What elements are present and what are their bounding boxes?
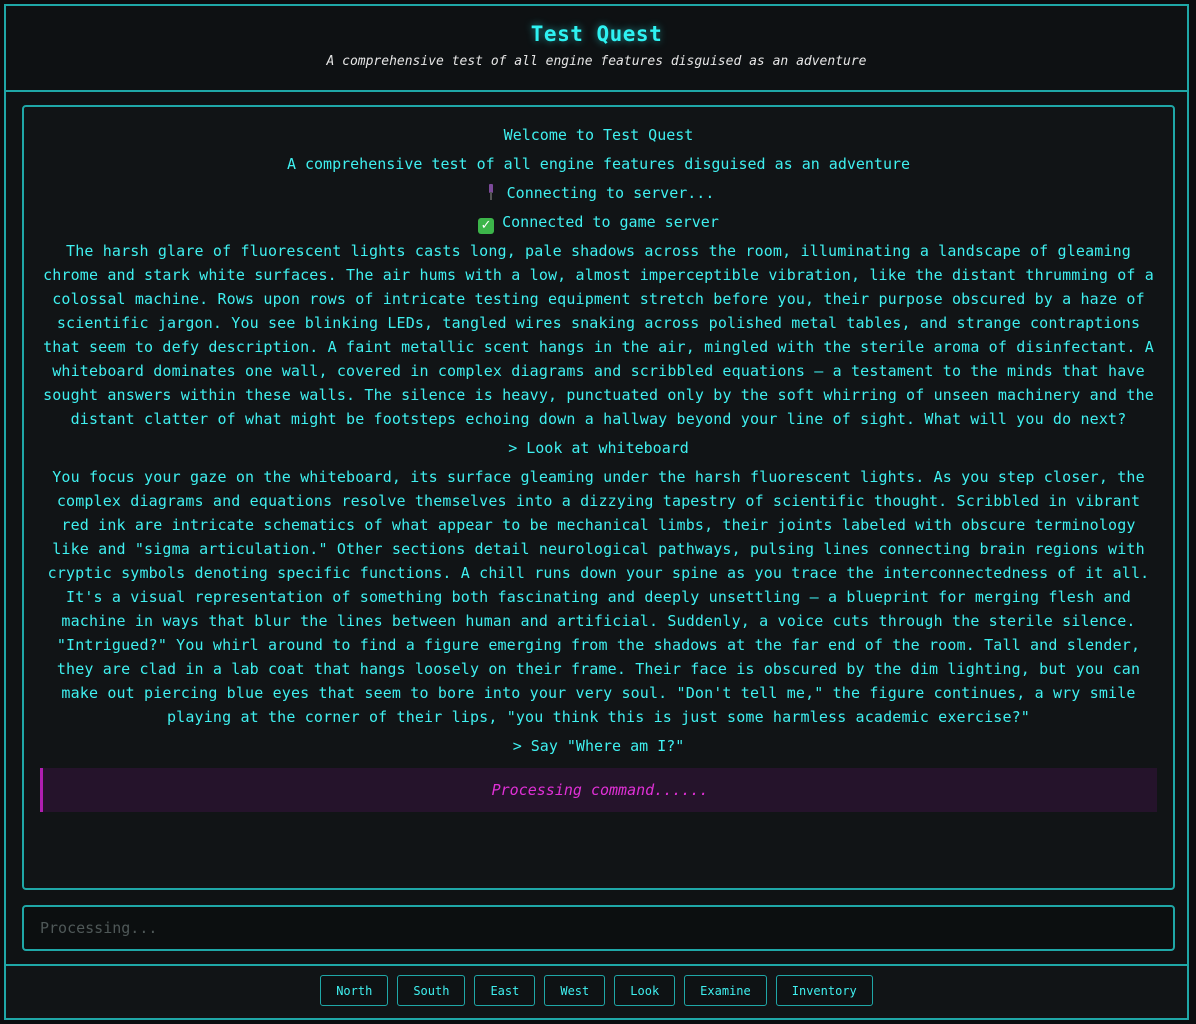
connected-text: Connected to game server — [502, 213, 719, 231]
inventory-button[interactable]: Inventory — [775, 975, 873, 1006]
west-button[interactable]: West — [544, 975, 606, 1006]
game-title: Test Quest — [530, 22, 663, 46]
connecting-text: Connecting to server... — [506, 184, 715, 202]
game-subtitle: A comprehensive test of all engine featu… — [326, 54, 867, 69]
examine-button[interactable]: Examine — [684, 975, 767, 1006]
connecting-status: Connecting to server... — [40, 181, 1157, 205]
welcome-message: Welcome to Test Quest — [503, 126, 694, 144]
south-button[interactable]: South — [397, 975, 466, 1006]
player-command: > Look at whiteboard — [508, 439, 689, 457]
header: Test Quest A comprehensive test of all e… — [6, 6, 1187, 92]
connected-status: ✓ Connected to game server — [40, 210, 1157, 234]
east-button[interactable]: East — [474, 975, 536, 1006]
check-icon: ✓ — [478, 218, 495, 234]
quick-actions-bar: North South East West Look Examine Inven… — [6, 964, 1187, 1018]
response-narrative: You focus your gaze on the whiteboard, i… — [47, 468, 1150, 726]
tagline-message: A comprehensive test of all engine featu… — [286, 155, 911, 173]
processing-indicator: Processing command...... — [40, 768, 1157, 812]
plug-icon — [483, 184, 499, 200]
game-window: Test Quest A comprehensive test of all e… — [4, 4, 1189, 1020]
story-log: Welcome to Test Quest A comprehensive te… — [22, 105, 1175, 890]
player-command: > Say "Where am I?" — [512, 737, 685, 755]
command-input[interactable] — [22, 905, 1175, 951]
look-button[interactable]: Look — [614, 975, 676, 1006]
intro-narrative: The harsh glare of fluorescent lights ca… — [43, 242, 1154, 428]
north-button[interactable]: North — [320, 975, 389, 1006]
